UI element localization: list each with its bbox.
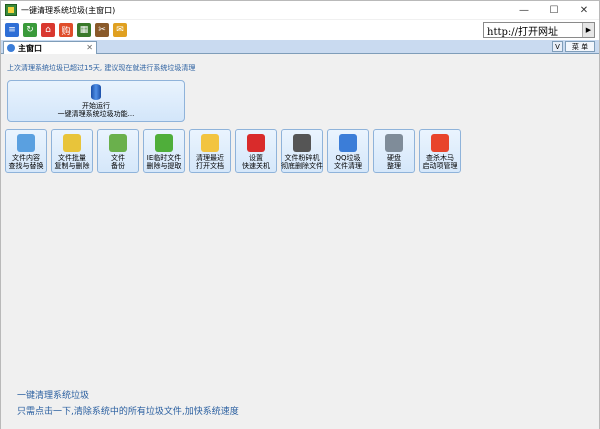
- game-icon[interactable]: ▦: [77, 23, 91, 37]
- tile-disk-defrag-icon: [385, 134, 403, 152]
- chat-icon[interactable]: ✉: [113, 23, 127, 37]
- main-panel: 上次清理系统垃圾已超过15天, 建议现在就进行系统垃圾清理 开始运行 一键清理系…: [1, 55, 599, 429]
- app-icon: [5, 4, 17, 16]
- tile-file-backup[interactable]: 文件 备份: [97, 129, 139, 173]
- tile-qq-cleanup-icon: [339, 134, 357, 152]
- tile-shutdown[interactable]: 设置 快速关机: [235, 129, 277, 173]
- window-controls: — ☐ ✕: [509, 1, 599, 19]
- tile-shutdown-icon: [247, 134, 265, 152]
- address-input[interactable]: http://打开网址: [484, 23, 582, 38]
- tile-label-line1: 清理最近: [196, 154, 224, 162]
- refresh-icon[interactable]: ↻: [23, 23, 37, 37]
- start-cleanup-button[interactable]: 开始运行 一键清理系统垃圾功能...: [7, 80, 185, 122]
- tab-main-window[interactable]: 主窗口 ✕: [3, 41, 97, 54]
- collapse-button[interactable]: V: [552, 41, 563, 52]
- menu-button[interactable]: 菜 单: [565, 41, 595, 52]
- tile-recent-docs[interactable]: 清理最近 打开文档: [189, 129, 231, 173]
- address-go-button[interactable]: ▶: [582, 23, 594, 37]
- database-icon: [91, 84, 101, 100]
- tile-file-batch[interactable]: 文件批量 复制与删除: [51, 129, 93, 173]
- shop-icon[interactable]: 购: [59, 23, 73, 37]
- tile-file-content[interactable]: 文件内容 查找与替换: [5, 129, 47, 173]
- maximize-button[interactable]: ☐: [539, 1, 569, 19]
- tile-label-line1: QQ垃圾: [335, 154, 361, 162]
- feature-title: 一键清理系统垃圾: [17, 391, 90, 401]
- tile-label-line1: 设置: [249, 154, 263, 162]
- tile-label-line2: 复制与删除: [54, 162, 90, 170]
- main-window: 一键清理系统垃圾(主窗口) — ☐ ✕ ≡ ↻ ⌂ 购 ▦ ✂ ✉ http://打开网址 …: [0, 0, 600, 429]
- tile-disk-defrag[interactable]: 硬盘 整理: [373, 129, 415, 173]
- start-cleanup-line1: 开始运行: [82, 102, 110, 110]
- feature-description: 只需点击一下,清除系统中的所有垃圾文件,加快系统速度: [17, 407, 239, 417]
- tool-grid: 文件内容 查找与替换 文件批量 复制与删除 文件 备份 IE临时文件 删除与提取 清理最近 打开文…: [5, 129, 465, 173]
- tile-trojan-startup-icon: [431, 134, 449, 152]
- tile-label-line2: 删除与提取: [146, 162, 182, 170]
- tile-label-line2: 查找与替换: [8, 162, 44, 170]
- tile-label-line1: 查杀木马: [426, 154, 454, 162]
- tile-shredder[interactable]: 文件粉碎机 彻底删除文件: [281, 129, 323, 173]
- tile-qq-cleanup[interactable]: QQ垃圾 文件清理: [327, 129, 369, 173]
- tile-label-line2: 快速关机: [242, 162, 270, 170]
- tile-recent-docs-icon: [201, 134, 219, 152]
- tile-file-batch-icon: [63, 134, 81, 152]
- tile-file-backup-icon: [109, 134, 127, 152]
- home-icon[interactable]: ⌂: [41, 23, 55, 37]
- tab-icon: [7, 44, 15, 52]
- tab-label: 主窗口: [18, 43, 42, 53]
- tab-close-icon[interactable]: ✕: [86, 43, 93, 52]
- title-bar: 一键清理系统垃圾(主窗口) — ☐ ✕: [1, 1, 599, 19]
- minimize-button[interactable]: —: [509, 1, 539, 19]
- tools-icon[interactable]: ✂: [95, 23, 109, 37]
- tile-label-line1: 硬盘: [387, 154, 401, 162]
- tab-bar: 主窗口 ✕ V 菜 单: [1, 40, 599, 54]
- address-bar[interactable]: http://打开网址 ▶: [483, 22, 595, 38]
- tile-label-line1: 文件: [111, 154, 125, 162]
- list-icon[interactable]: ≡: [5, 23, 19, 37]
- tile-label-line1: 文件批量: [58, 154, 86, 162]
- tile-ie-temp-icon: [155, 134, 173, 152]
- tile-label-line1: 文件粉碎机: [284, 154, 320, 162]
- cleanup-hint: 上次清理系统垃圾已超过15天, 建议现在就进行系统垃圾清理: [7, 64, 196, 72]
- tile-ie-temp[interactable]: IE临时文件 删除与提取: [143, 129, 185, 173]
- tile-label-line1: 文件内容: [12, 154, 40, 162]
- tile-label-line1: IE临时文件: [146, 154, 182, 162]
- tile-label-line2: 文件清理: [334, 162, 362, 170]
- tile-file-content-icon: [17, 134, 35, 152]
- tile-label-line2: 启动项管理: [422, 162, 458, 170]
- close-button[interactable]: ✕: [569, 1, 599, 19]
- window-title: 一键清理系统垃圾(主窗口): [21, 5, 116, 15]
- tile-label-line2: 备份: [111, 162, 125, 170]
- toolbar: ≡ ↻ ⌂ 购 ▦ ✂ ✉ http://打开网址 ▶: [1, 20, 599, 40]
- tile-shredder-icon: [293, 134, 311, 152]
- tile-trojan-startup[interactable]: 查杀木马 启动项管理: [419, 129, 461, 173]
- tile-label-line2: 彻底删除文件: [281, 162, 323, 170]
- tile-label-line2: 打开文档: [196, 162, 224, 170]
- tile-label-line2: 整理: [387, 162, 401, 170]
- start-cleanup-line2: 一键清理系统垃圾功能...: [57, 110, 135, 118]
